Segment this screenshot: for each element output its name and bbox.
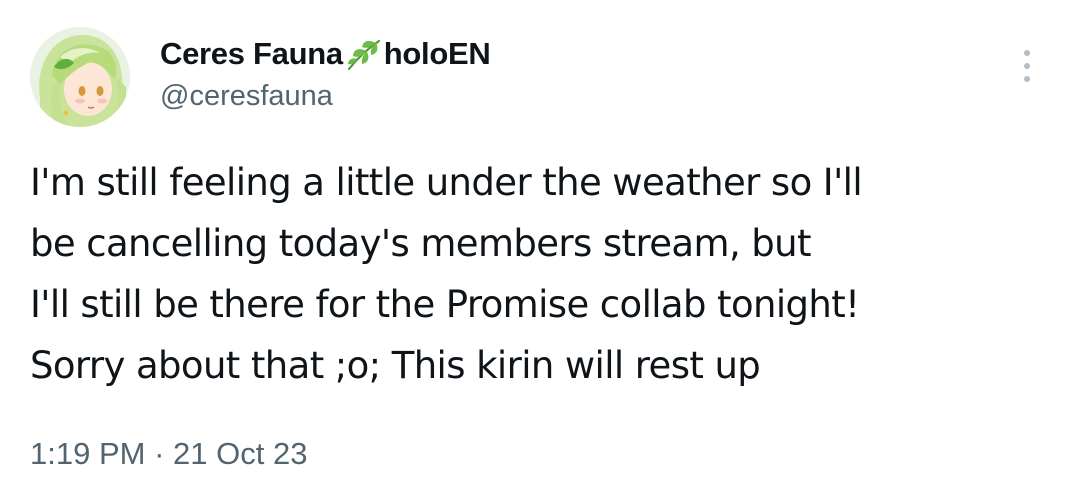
- author-name-row[interactable]: Ceres Fauna holoEN: [160, 32, 491, 76]
- tweet-time[interactable]: 1:19 PM: [30, 436, 145, 471]
- tweet-text-line: be cancelling today's members stream, bu…: [30, 222, 812, 265]
- tweet-card: Ceres Fauna holoEN @ceresfauna I'm still…: [0, 0, 1080, 492]
- tweet-text-line: I'm still feeling a little under the wea…: [30, 161, 863, 204]
- tweet-text-line: I'll still be there for the Promise coll…: [30, 283, 860, 326]
- tweet-text-line: Sorry about that ;o; This kirin will res…: [30, 344, 761, 387]
- affiliation-label[interactable]: holoEN: [384, 36, 491, 72]
- tweet-date[interactable]: 21 Oct 23: [173, 436, 307, 471]
- more-options-icon[interactable]: [1014, 46, 1040, 86]
- display-name[interactable]: Ceres Fauna: [160, 36, 343, 72]
- avatar-image: [30, 27, 130, 127]
- user-handle[interactable]: @ceresfauna: [160, 80, 333, 113]
- tweet-text: I'm still feeling a little under the wea…: [30, 152, 1060, 396]
- avatar[interactable]: [30, 27, 130, 127]
- tweet-timestamp[interactable]: 1:19 PM · 21 Oct 23: [30, 436, 307, 472]
- meta-separator: ·: [154, 436, 165, 471]
- herb-leaf-icon: [345, 37, 383, 71]
